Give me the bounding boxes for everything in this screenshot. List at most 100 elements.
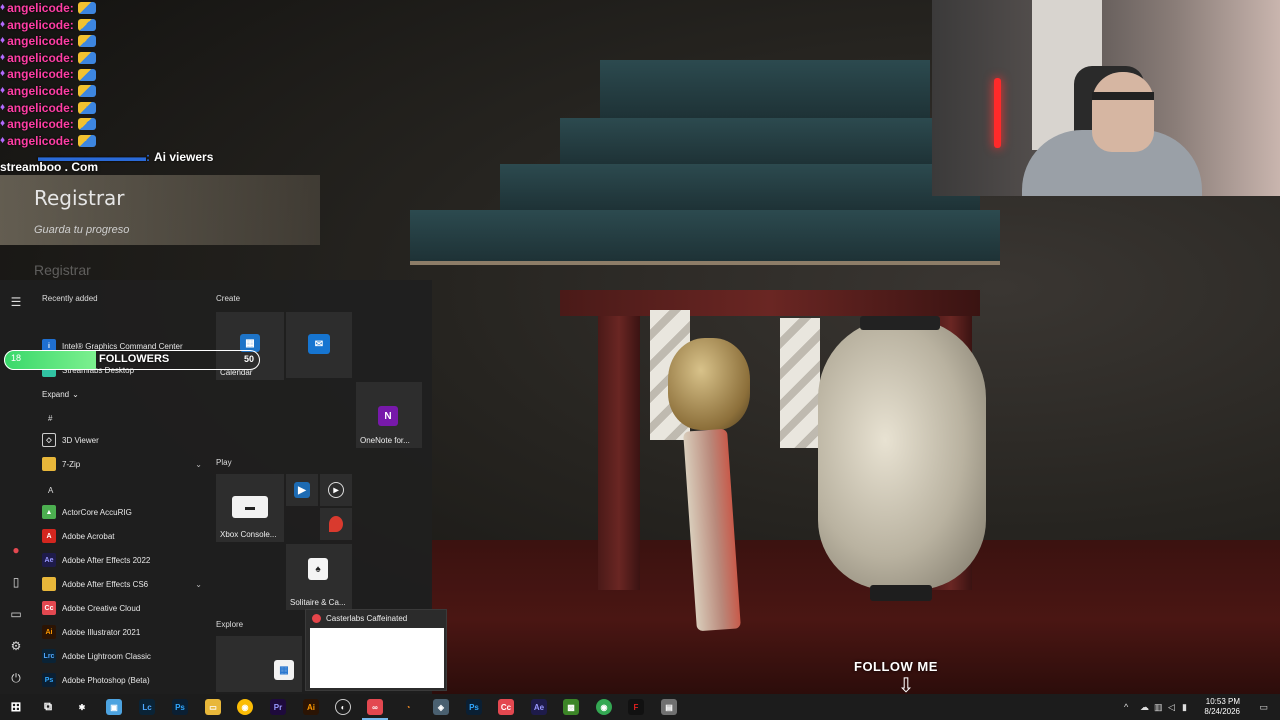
creative-cloud-icon[interactable]: Cc (498, 699, 514, 715)
hamburger-icon[interactable]: ☰ (8, 294, 24, 310)
network-icon[interactable]: ▥ (1154, 702, 1163, 713)
tile-store[interactable]: ▦ (216, 636, 302, 692)
expand-toggle[interactable]: Expand ⌄ (42, 384, 79, 404)
section-header-hash[interactable]: # (48, 414, 52, 423)
accurig-icon: ▲ (42, 505, 56, 519)
tile-solitaire[interactable]: ♠ Solitaire & Ca... (286, 544, 352, 610)
start-rail: ☰ ● ▯ ▭ ⚙ ⏻ (0, 280, 32, 694)
taskbar: ⊞ ⧉ ✱ ▣ Lc Ps ▭ ◉ Pr Ai ◐ ∞ ◔ ◈ Ps Cc Ae… (0, 694, 1280, 720)
settings-gear-icon[interactable]: ⚙ (8, 638, 24, 654)
section-header-a[interactable]: A (48, 486, 53, 495)
obs-icon[interactable]: ◐ (335, 699, 351, 715)
task-view-icon[interactable]: ⧉ (40, 699, 56, 715)
badge-icon: ♦ (0, 84, 6, 96)
app-list: Recently added i Intel® Graphics Command… (36, 280, 206, 694)
windows-start-icon[interactable]: ⊞ (8, 699, 24, 715)
app-label: 7-Zip (62, 459, 81, 469)
unity-icon[interactable]: ◈ (433, 699, 449, 715)
emote-icon (77, 68, 96, 81)
tile-mail[interactable]: ✉ (286, 312, 352, 378)
chevron-up-icon[interactable]: ^ (1124, 702, 1128, 712)
minecraft-icon[interactable]: ▩ (563, 699, 579, 715)
store-bag-icon: ▦ (274, 660, 294, 680)
chevron-down-icon: ⌄ (195, 459, 202, 469)
preview-thumbnail[interactable] (310, 628, 444, 688)
illustrator-icon[interactable]: Ai (303, 699, 319, 715)
chat-username: angelicode (7, 100, 70, 115)
app-item-accurig[interactable]: ▲ ActorCore AccuRIG (42, 502, 132, 522)
app-item-after-effects-2022[interactable]: Ae Adobe After Effects 2022 (42, 550, 150, 570)
app-item-7zip[interactable]: 7-Zip ⌄ (42, 454, 206, 474)
badge-icon: ♦ (0, 118, 6, 130)
app-item-photoshop-beta[interactable]: Ps Adobe Photoshop (Beta) (42, 670, 150, 690)
badge-icon: ♦ (0, 18, 6, 30)
premiere-icon[interactable]: Pr (270, 699, 286, 715)
chat-username: angelicode (7, 133, 70, 148)
tile-xbox-console[interactable]: ▬ Xbox Console... (216, 474, 284, 542)
follow-me-label: FOLLOW ME (854, 659, 938, 674)
lantern-base (870, 585, 932, 601)
photoshop-icon[interactable]: Ps (466, 699, 482, 715)
app-item-illustrator[interactable]: Ai Adobe Illustrator 2021 (42, 622, 140, 642)
cloud-icon[interactable]: ☁ (1140, 702, 1149, 713)
notification-icon[interactable]: ▭ (1259, 702, 1268, 713)
clock[interactable]: 10:53 PM 8/24/2026 (1204, 697, 1240, 717)
mic-icon[interactable]: ▮ (1182, 702, 1187, 713)
chat-message: ♦ angelicode: (0, 133, 330, 150)
chat-username: angelicode (7, 17, 70, 32)
photoshop-beta-icon[interactable]: Ps (172, 699, 188, 715)
register-title: Registrar (34, 186, 125, 210)
folder-icon (42, 457, 56, 471)
app-item-creative-cloud[interactable]: Cc Adobe Creative Cloud (42, 598, 140, 618)
clock-date: 8/24/2026 (1204, 707, 1240, 716)
app-label: Adobe Creative Cloud (62, 603, 141, 613)
movies-icon: ▶ (294, 482, 310, 498)
after-effects-icon[interactable]: Ae (531, 699, 547, 715)
chat-message: ♦ angelicode: (0, 50, 330, 67)
window-app-icon[interactable]: ▣ (106, 699, 122, 715)
pictures-icon[interactable]: ▭ (8, 606, 24, 622)
badge-icon: ♦ (0, 51, 6, 63)
power-icon[interactable]: ⏻ (8, 670, 24, 686)
app-item-lightroom[interactable]: Lrc Adobe Lightroom Classic (42, 646, 151, 666)
tile-movies[interactable]: ▶ (286, 474, 318, 506)
lightroom-icon[interactable]: Lc (139, 699, 155, 715)
fl-studio-icon[interactable]: F (628, 699, 644, 715)
app-item-after-effects-cs6[interactable]: Adobe After Effects CS6 ⌄ (42, 574, 206, 594)
ae-icon: Ae (42, 553, 56, 567)
ai-icon: Ai (42, 625, 56, 639)
tile-label: Solitaire & Ca... (290, 598, 346, 607)
chat-message-text: Ai viewers (154, 150, 214, 165)
misc-app-icon[interactable]: ▤ (661, 699, 677, 715)
emote-icon (77, 135, 96, 148)
emote-icon (77, 52, 96, 65)
casterlabs-icon (312, 614, 321, 623)
chat-message: ♦ angelicode: (0, 100, 330, 117)
app-item-acrobat[interactable]: A Adobe Acrobat (42, 526, 114, 546)
document-icon[interactable]: ▯ (8, 574, 24, 590)
app-item-3d-viewer[interactable]: ◇ 3D Viewer (42, 430, 99, 450)
speaker-icon[interactable]: ◁ (1168, 702, 1175, 713)
expand-label: Expand (42, 389, 70, 399)
chat-message: ♦ angelicode: (0, 66, 330, 83)
blender-icon[interactable]: ◔ (400, 699, 416, 715)
file-explorer-icon[interactable]: ▭ (205, 699, 221, 715)
chrome-icon[interactable]: ◉ (237, 699, 253, 715)
shrine-roof (410, 210, 1000, 265)
tile-onenote[interactable]: N OneNote for... (356, 382, 422, 448)
app-gear-icon[interactable]: ✱ (74, 699, 90, 715)
badge-icon: ♦ (0, 35, 6, 47)
group-label-explore: Explore (216, 620, 244, 629)
lantern-cap (860, 316, 940, 330)
app-label: Adobe Photoshop (Beta) (62, 675, 150, 685)
chrome-alt-icon[interactable]: ◉ (596, 699, 612, 715)
chat-username: angelicode (7, 50, 70, 65)
lrc-icon: Lrc (42, 649, 56, 663)
headphones (1092, 92, 1154, 100)
user-avatar-icon[interactable]: ● (8, 542, 24, 558)
casterlabs-taskbar-icon[interactable]: ∞ (367, 699, 383, 715)
taskbar-preview-popup[interactable]: Casterlabs Caffeinated (305, 609, 447, 691)
chat-ad-text: streamboo . Com (0, 160, 99, 174)
tile-maps[interactable] (320, 508, 352, 540)
tile-media-player[interactable]: ▸ (320, 474, 352, 506)
